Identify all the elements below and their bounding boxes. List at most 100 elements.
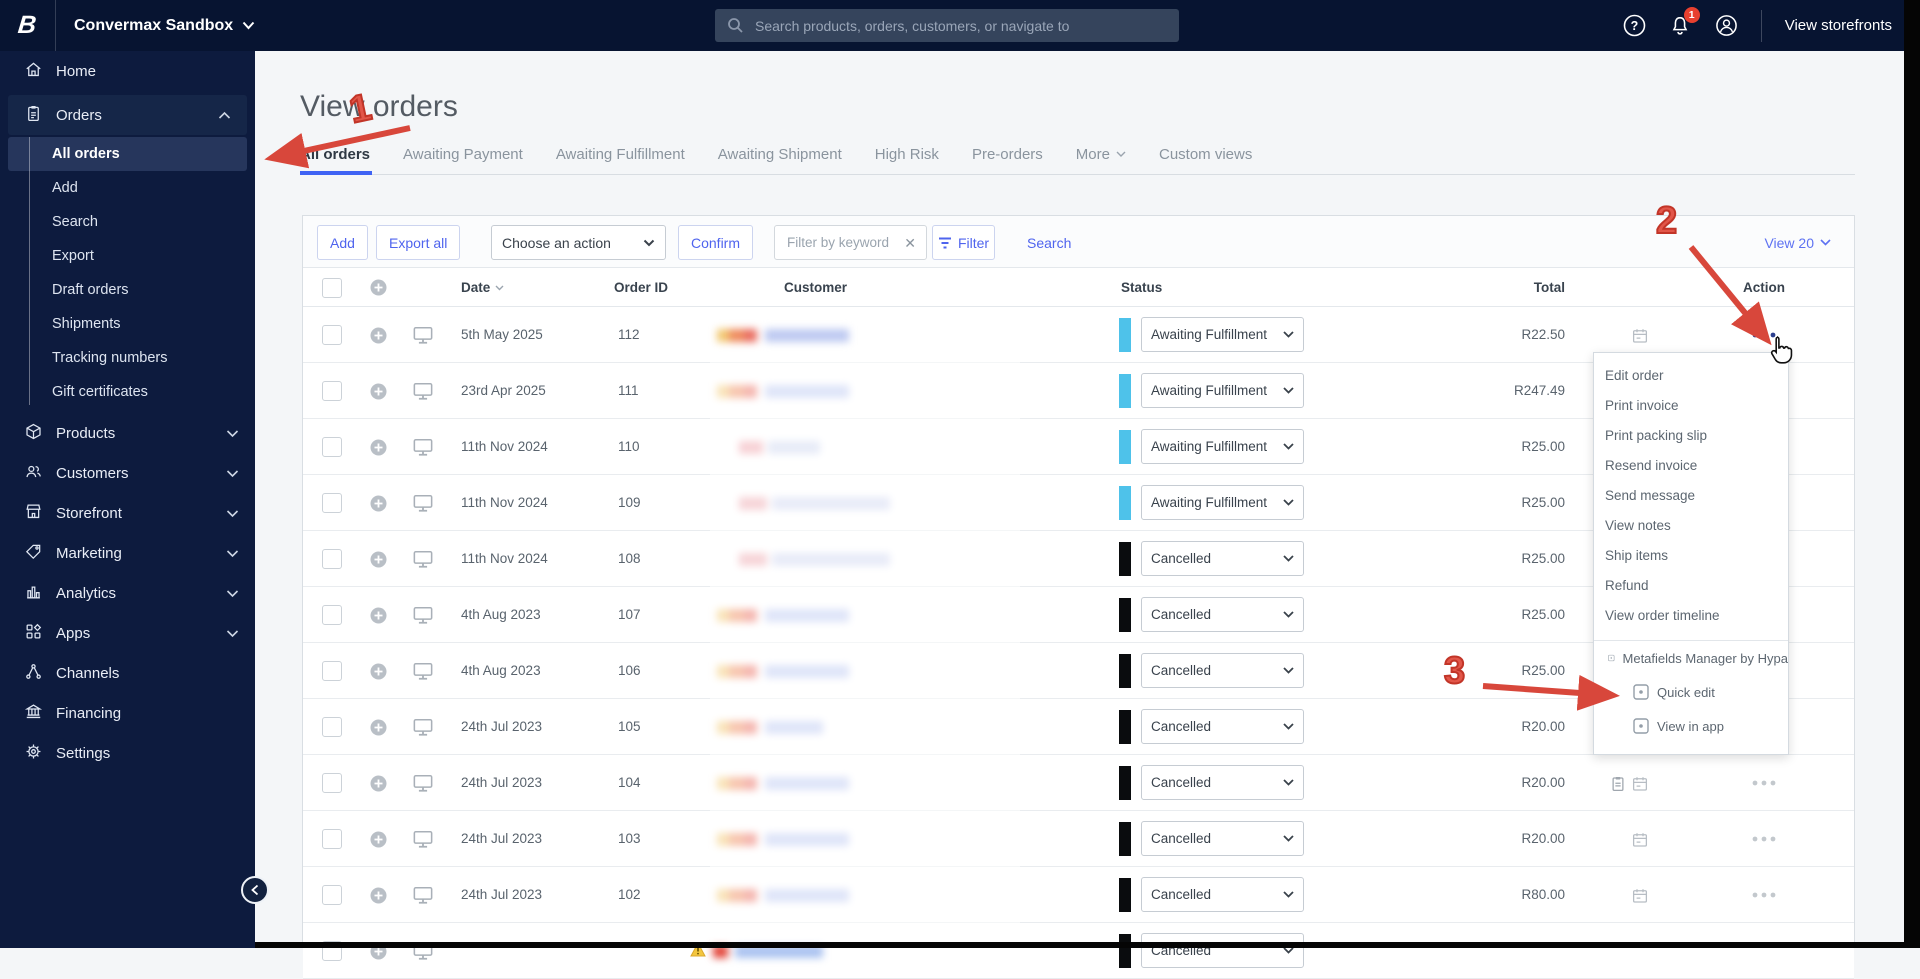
- row-checkbox[interactable]: [322, 829, 342, 849]
- status-select[interactable]: Awaiting Fulfillment: [1141, 373, 1304, 408]
- expand-row-icon[interactable]: [370, 775, 387, 792]
- calendar-icon[interactable]: [1631, 327, 1649, 345]
- expand-row-icon[interactable]: [370, 887, 387, 904]
- row-checkbox[interactable]: [322, 773, 342, 793]
- sidebar-item-customers[interactable]: Customers: [0, 453, 255, 493]
- expand-row-icon[interactable]: [370, 607, 387, 624]
- column-header-order-id[interactable]: Order ID: [614, 268, 668, 307]
- sidebar-item-storefront[interactable]: Storefront: [0, 493, 255, 533]
- sidebar-item-apps[interactable]: Apps: [0, 613, 255, 653]
- row-checkbox[interactable]: [322, 661, 342, 681]
- menu-item-metafields-manager-by-hypa[interactable]: Metafields Manager by Hypa: [1594, 641, 1788, 675]
- row-actions-button[interactable]: [1748, 829, 1780, 849]
- confirm-button[interactable]: Confirm: [678, 225, 754, 260]
- filter-button[interactable]: Filter: [932, 225, 995, 260]
- menu-item-send-message[interactable]: Send message: [1594, 481, 1788, 511]
- calendar-icon[interactable]: [1631, 887, 1649, 905]
- sidebar-item-products[interactable]: Products: [0, 413, 255, 453]
- row-actions-button[interactable]: [1748, 773, 1780, 793]
- status-select[interactable]: Cancelled: [1141, 541, 1304, 576]
- sidebar-item-settings[interactable]: Settings: [0, 733, 255, 773]
- sidebar-item-financing[interactable]: Financing: [0, 693, 255, 733]
- menu-item-view-notes[interactable]: View notes: [1594, 511, 1788, 541]
- status-select[interactable]: Cancelled: [1141, 877, 1304, 912]
- row-actions-button[interactable]: [1748, 325, 1780, 345]
- sidebar-item-orders[interactable]: Orders: [8, 95, 247, 135]
- global-search-input[interactable]: [753, 16, 1167, 35]
- expand-all-icon[interactable]: [370, 279, 387, 296]
- sidebar-item-analytics[interactable]: Analytics: [0, 573, 255, 613]
- tab-high-risk[interactable]: High Risk: [875, 146, 939, 163]
- expand-row-icon[interactable]: [370, 831, 387, 848]
- sidebar-item-marketing[interactable]: Marketing: [0, 533, 255, 573]
- sidebar-item-shipments[interactable]: Shipments: [8, 307, 247, 341]
- status-select[interactable]: Awaiting Fulfillment: [1141, 485, 1304, 520]
- search-link[interactable]: Search: [1027, 225, 1071, 260]
- row-checkbox[interactable]: [322, 605, 342, 625]
- global-search[interactable]: [715, 9, 1179, 42]
- expand-row-icon[interactable]: [370, 495, 387, 512]
- menu-item-quick-edit[interactable]: Quick edit: [1594, 675, 1788, 709]
- status-select[interactable]: Cancelled: [1141, 933, 1304, 968]
- column-header-customer[interactable]: Customer: [784, 268, 847, 307]
- sidebar-item-channels[interactable]: Channels: [0, 653, 255, 693]
- help-button[interactable]: ?: [1623, 14, 1646, 37]
- status-select[interactable]: Awaiting Fulfillment: [1141, 429, 1304, 464]
- row-checkbox[interactable]: [322, 549, 342, 569]
- status-select[interactable]: Cancelled: [1141, 765, 1304, 800]
- tab-awaiting-shipment[interactable]: Awaiting Shipment: [718, 146, 842, 163]
- tab-awaiting-payment[interactable]: Awaiting Payment: [403, 146, 523, 163]
- menu-item-refund[interactable]: Refund: [1594, 571, 1788, 601]
- expand-row-icon[interactable]: [370, 383, 387, 400]
- tab-more[interactable]: More: [1076, 146, 1126, 163]
- tab-pre-orders[interactable]: Pre-orders: [972, 146, 1043, 163]
- view-storefronts-button[interactable]: View storefronts: [1785, 17, 1892, 34]
- sidebar-item-draft-orders[interactable]: Draft orders: [8, 273, 247, 307]
- row-checkbox[interactable]: [322, 381, 342, 401]
- column-header-status[interactable]: Status: [1121, 268, 1162, 307]
- sidebar-item-gift-certificates[interactable]: Gift certificates: [8, 375, 247, 409]
- menu-item-print-invoice[interactable]: Print invoice: [1594, 391, 1788, 421]
- menu-item-view-order-timeline[interactable]: View order timeline: [1594, 601, 1788, 631]
- menu-item-print-packing-slip[interactable]: Print packing slip: [1594, 421, 1788, 451]
- status-select[interactable]: Awaiting Fulfillment: [1141, 317, 1304, 352]
- keyword-filter-field[interactable]: ✕: [774, 225, 927, 260]
- column-header-total[interactable]: Total: [1534, 268, 1565, 307]
- expand-row-icon[interactable]: [370, 663, 387, 680]
- row-checkbox[interactable]: [322, 717, 342, 737]
- menu-item-view-in-app[interactable]: View in app: [1594, 709, 1788, 743]
- calendar-icon[interactable]: [1631, 775, 1649, 793]
- calendar-icon[interactable]: [1631, 831, 1649, 849]
- row-checkbox[interactable]: [322, 493, 342, 513]
- order-notes-icon[interactable]: [1609, 775, 1627, 793]
- tab-custom-views[interactable]: Custom views: [1159, 146, 1252, 163]
- clear-filter-icon[interactable]: ✕: [904, 236, 916, 250]
- status-select[interactable]: Cancelled: [1141, 821, 1304, 856]
- row-actions-button[interactable]: [1748, 885, 1780, 905]
- row-checkbox[interactable]: [322, 885, 342, 905]
- keyword-filter-input[interactable]: [785, 234, 899, 251]
- sidebar-item-search[interactable]: Search: [8, 205, 247, 239]
- bigcommerce-logo[interactable]: B: [0, 0, 56, 51]
- column-header-date[interactable]: Date: [461, 268, 504, 307]
- row-checkbox[interactable]: [322, 437, 342, 457]
- add-order-button[interactable]: Add: [317, 225, 368, 260]
- notifications-button[interactable]: 1: [1669, 7, 1700, 37]
- status-select[interactable]: Cancelled: [1141, 597, 1304, 632]
- sidebar-collapse-button[interactable]: [241, 876, 269, 904]
- row-checkbox[interactable]: [322, 325, 342, 345]
- bulk-action-select[interactable]: Choose an action: [491, 225, 666, 260]
- sidebar-item-export[interactable]: Export: [8, 239, 247, 273]
- store-switcher[interactable]: Convermax Sandbox: [56, 17, 273, 35]
- expand-row-icon[interactable]: [370, 719, 387, 736]
- account-button[interactable]: [1715, 14, 1738, 37]
- menu-item-edit-order[interactable]: Edit order: [1594, 361, 1788, 391]
- sidebar-item-tracking-numbers[interactable]: Tracking numbers: [8, 341, 247, 375]
- select-all-checkbox[interactable]: [322, 278, 342, 298]
- tab-all-orders[interactable]: All orders: [300, 146, 370, 163]
- status-select[interactable]: Cancelled: [1141, 653, 1304, 688]
- sidebar-item-all-orders[interactable]: All orders: [8, 137, 247, 171]
- sidebar-item-add[interactable]: Add: [8, 171, 247, 205]
- status-select[interactable]: Cancelled: [1141, 709, 1304, 744]
- expand-row-icon[interactable]: [370, 551, 387, 568]
